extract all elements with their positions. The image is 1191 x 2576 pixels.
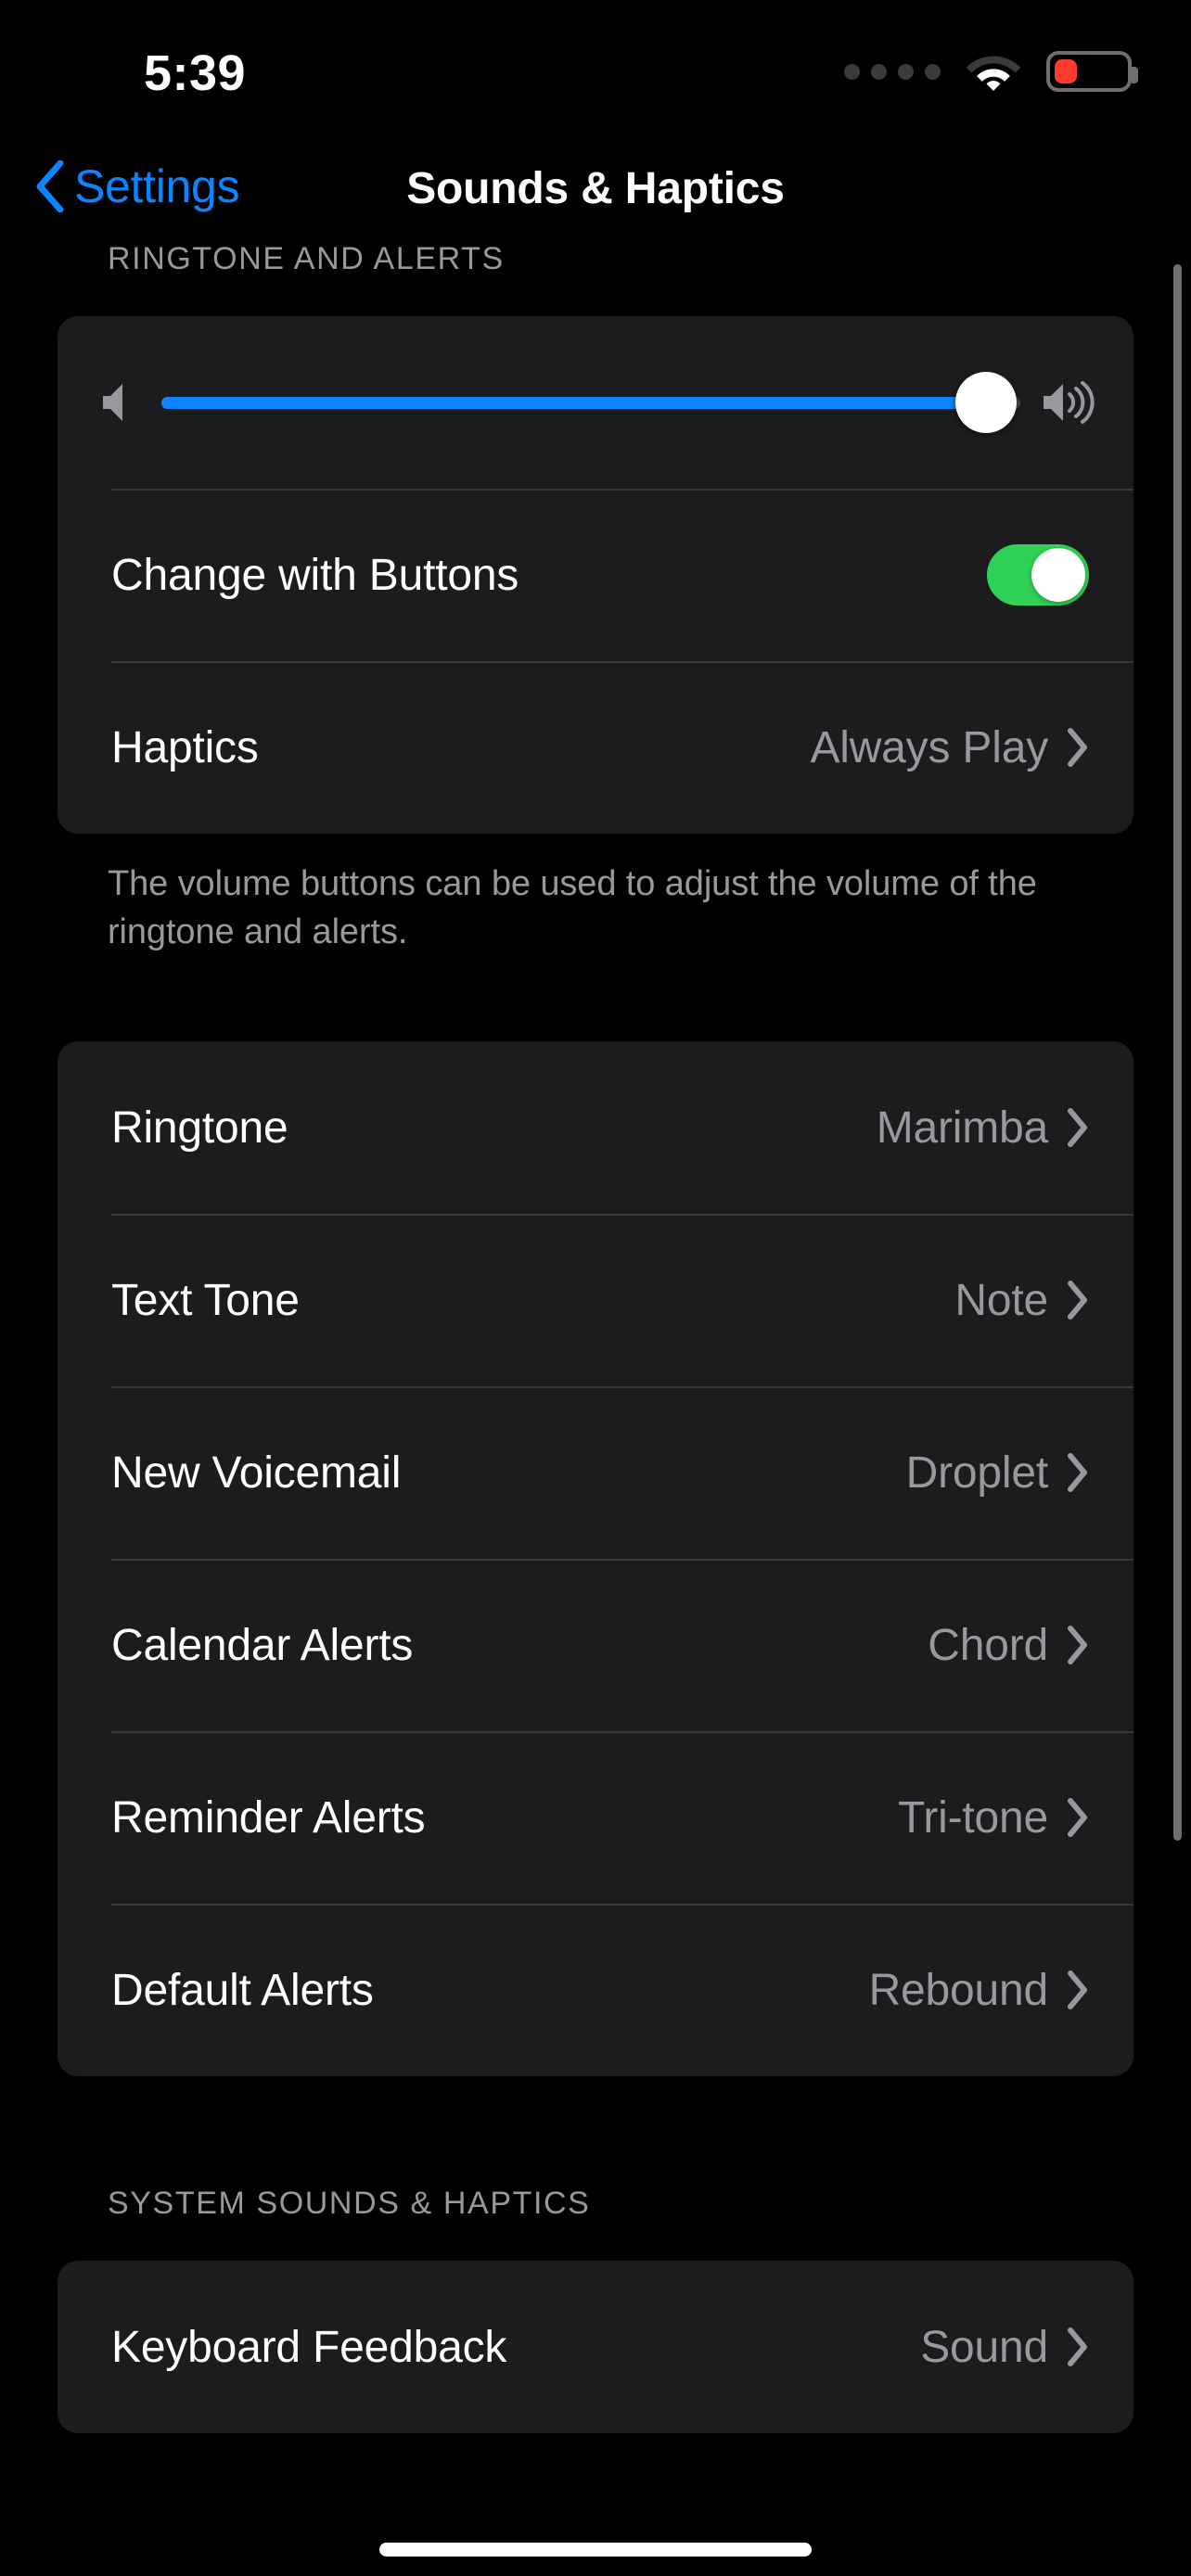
ringtone-and-alerts-footer: The volume buttons can be used to adjust… [108,864,1037,952]
tone-value-group: Marimba [877,1103,1089,1154]
tone-row[interactable]: Text Tone Note [58,1214,1133,1386]
ringtone-and-alerts-card: Change with Buttons Haptics Always Play [58,316,1133,834]
status-bar: 5:39 [0,0,1191,139]
tone-value-group: Droplet [906,1447,1089,1498]
scrollbar[interactable] [1173,264,1182,1841]
tone-value-group: Chord [928,1620,1089,1671]
change-with-buttons-row[interactable]: Change with Buttons [58,489,1133,661]
tone-row[interactable]: Reminder Alerts Tri-tone [58,1731,1133,1904]
wifi-icon [966,56,1021,91]
chevron-right-icon [1068,1626,1087,1665]
system-value-group: Sound [920,2322,1089,2373]
volume-slider[interactable] [161,316,1020,489]
cellular-dots-icon [844,63,941,80]
system-label: Keyboard Feedback [111,2322,507,2372]
tone-value: Note [954,1275,1048,1325]
chevron-right-icon [1068,1281,1087,1320]
tones-card: Ringtone Marimba Text Tone Note New Voicemai… [58,1041,1133,2077]
section-header-system-sounds-and-haptics: SYSTEM SOUNDS & HAPTICS [108,2186,591,2222]
status-bar-time: 5:39 [144,45,247,101]
haptics-value: Always Play [810,722,1048,772]
tone-value: Tri-tone [898,1792,1048,1843]
toggle-knob [1031,548,1085,602]
system-row[interactable]: Keyboard Feedback Sound [58,2261,1133,2433]
chevron-right-icon [1068,1108,1087,1148]
tone-value: Marimba [876,1103,1049,1153]
tone-label: Default Alerts [111,1965,374,2015]
tone-value: Droplet [905,1447,1049,1498]
system-sounds-card: Keyboard Feedback Sound [58,2261,1133,2434]
tone-value: Chord [928,1620,1048,1670]
chevron-right-icon [1068,1798,1087,1838]
chevron-right-icon [1068,2327,1087,2367]
home-indicator[interactable] [379,2543,812,2557]
speaker-high-icon [1044,381,1095,424]
volume-slider-track[interactable] [161,372,1020,433]
tone-row[interactable]: New Voicemail Droplet [58,1386,1133,1559]
change-with-buttons-toggle[interactable] [987,544,1089,606]
tone-value: Rebound [868,1965,1049,2015]
tone-row[interactable]: Default Alerts Rebound [58,1904,1133,2076]
haptics-label: Haptics [111,722,259,772]
volume-slider-row[interactable] [58,316,1133,489]
tone-value-group: Rebound [869,1965,1089,2016]
tone-value-group: Tri-tone [898,1792,1089,1843]
haptics-row[interactable]: Haptics Always Play [58,661,1133,834]
chevron-right-icon [1068,728,1087,767]
settings-list[interactable]: RINGTONE AND ALERTS Change with Buttons … [0,241,1191,2434]
battery-low-icon [1046,51,1138,92]
tone-row[interactable]: Calendar Alerts Chord [58,1559,1133,1731]
speaker-low-icon [103,384,122,421]
volume-slider-knob[interactable] [954,372,1017,433]
navigation-bar: Settings Sounds & Haptics [0,139,1191,241]
section-header-ringtone-and-alerts: RINGTONE AND ALERTS [108,241,505,276]
volume-slider-fill [161,396,986,409]
status-bar-indicators [844,50,1138,93]
iphone-screen: 5:39 Settings Sounds & Haptics RINGTONE … [0,0,1191,2576]
tone-label: Reminder Alerts [111,1792,426,1843]
tone-label: Ringtone [111,1103,288,1153]
tone-row[interactable]: Ringtone Marimba [58,1041,1133,1214]
page-title: Sounds & Haptics [406,164,785,213]
chevron-right-icon [1068,1453,1087,1493]
change-with-buttons-label: Change with Buttons [111,550,519,600]
chevron-right-icon [1068,1970,1087,2010]
tone-label: Text Tone [111,1275,300,1325]
system-value: Sound [920,2322,1048,2372]
tone-label: Calendar Alerts [111,1620,414,1670]
tone-value-group: Note [954,1275,1089,1326]
haptics-value-group: Always Play [810,722,1089,773]
tone-label: New Voicemail [111,1447,402,1498]
